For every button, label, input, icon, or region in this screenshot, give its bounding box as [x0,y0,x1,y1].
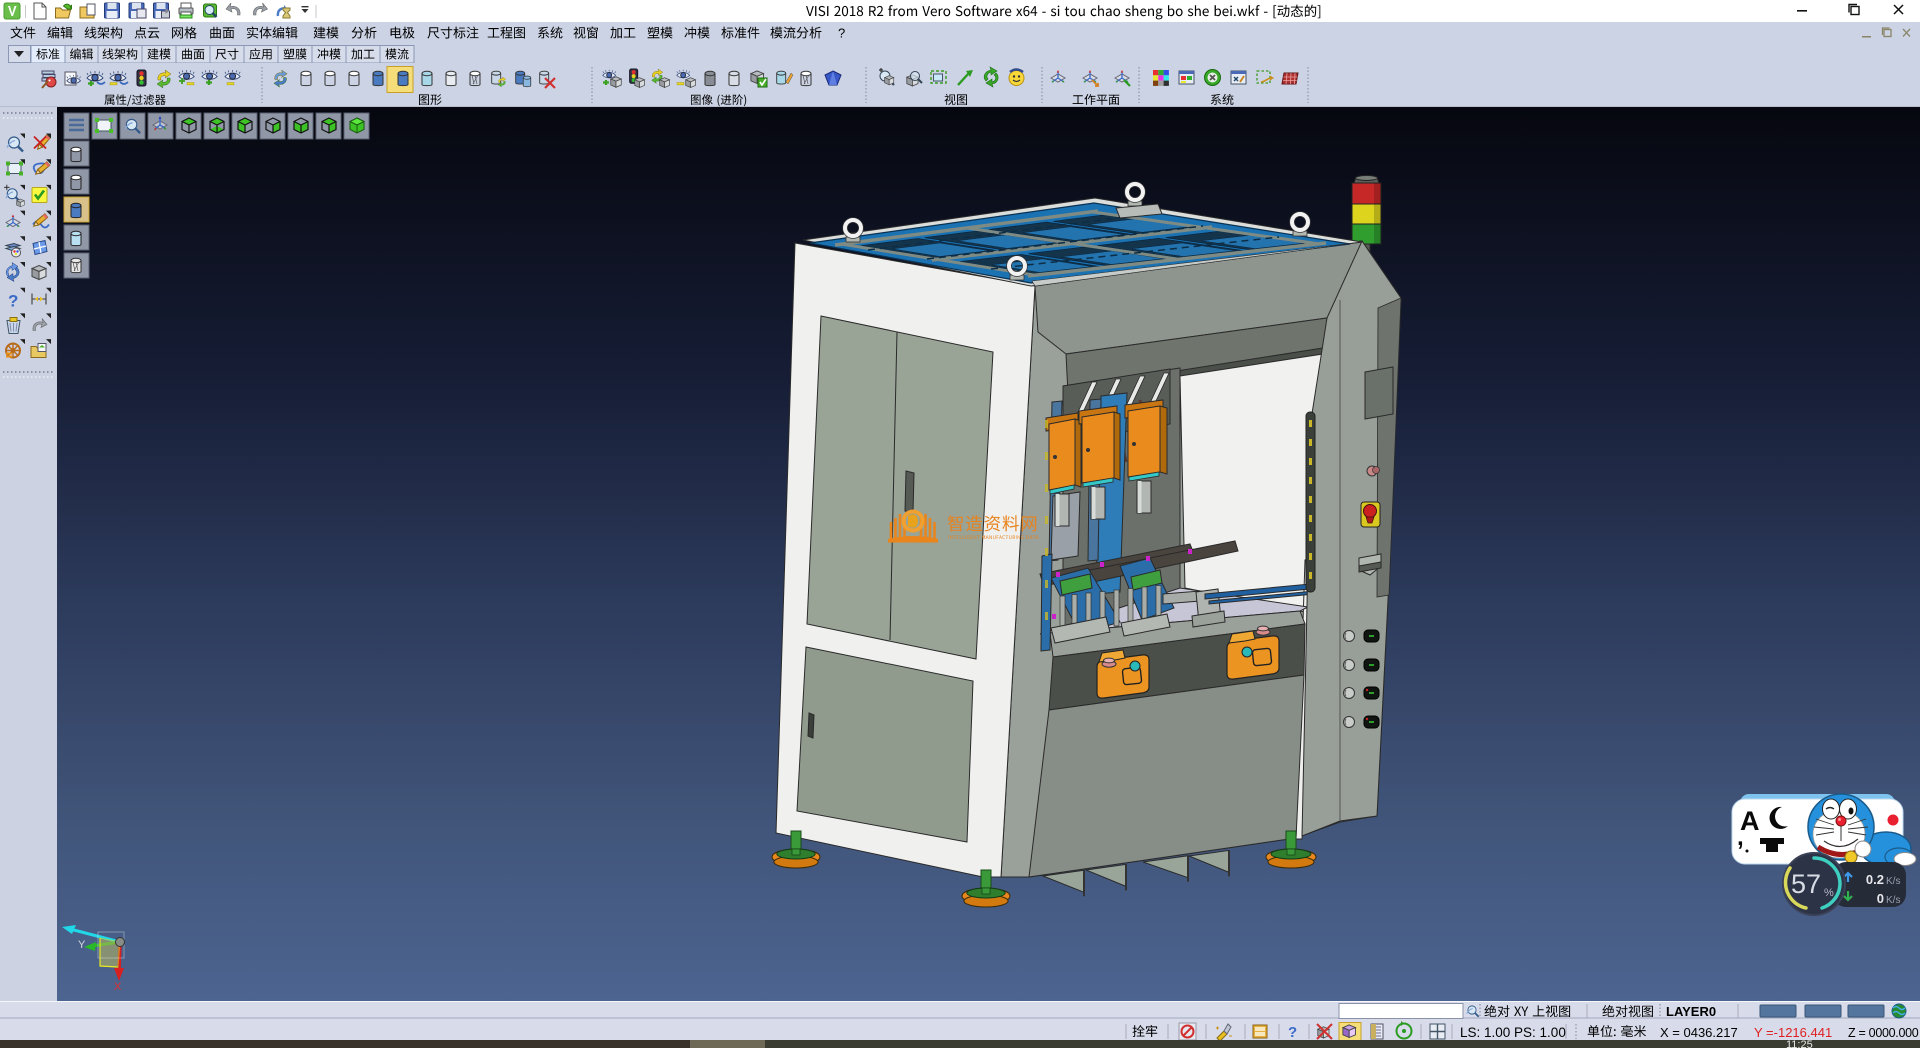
svg-text:K/s: K/s [1886,895,1900,906]
svg-text:LAYER0: LAYER0 [1666,1004,1716,1019]
svg-text:57: 57 [1791,869,1821,899]
svg-text:%: % [1824,887,1834,899]
svg-text:?: ? [1288,1024,1297,1041]
svg-text:K/s: K/s [1886,876,1900,887]
svg-text:X = 0436.217: X = 0436.217 [1660,1025,1738,1040]
svg-text:Z = 0000.000: Z = 0000.000 [1848,1026,1919,1040]
svg-text:0.2: 0.2 [1866,872,1884,887]
svg-text:,: , [1737,824,1744,851]
svg-text:Y =-1216.441: Y =-1216.441 [1754,1025,1832,1040]
svg-text:LS: 1.00 PS: 1.00: LS: 1.00 PS: 1.00 [1460,1025,1566,1040]
svg-text:?: ? [838,26,845,41]
svg-text:0: 0 [1877,891,1884,906]
svg-text:?: ? [8,292,18,311]
svg-text:X: X [114,981,122,993]
svg-text:Y: Y [78,939,86,951]
svg-text:11:25: 11:25 [1786,1039,1813,1048]
